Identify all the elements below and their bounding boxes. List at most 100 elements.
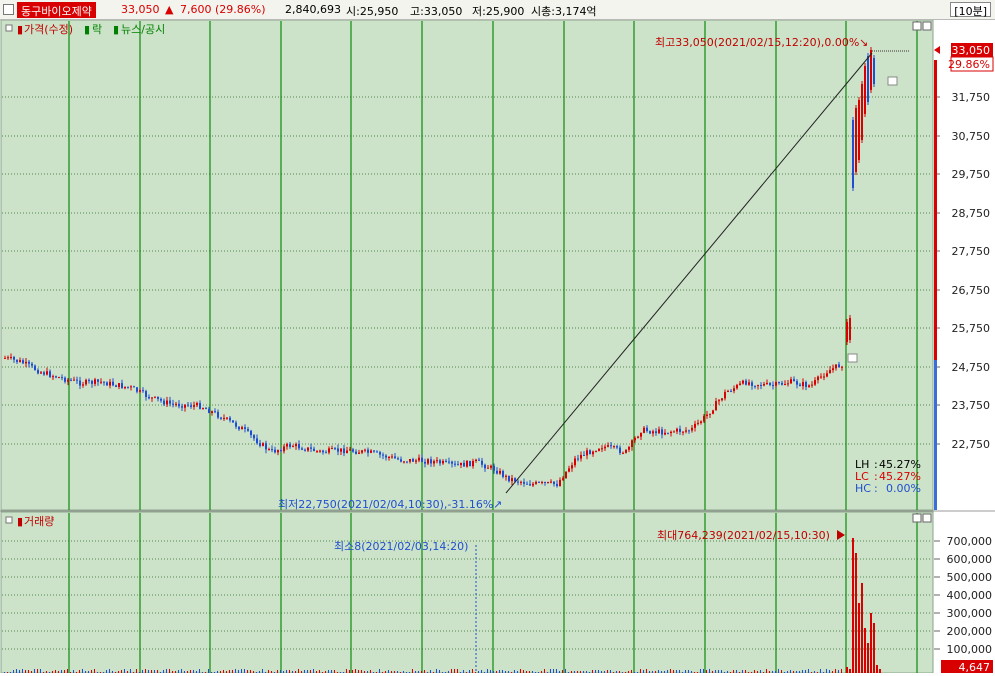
period-button[interactable]: [10분] bbox=[950, 2, 991, 18]
volume-tick-label: 500,000 bbox=[947, 571, 993, 584]
volume-tick-label: 100,000 bbox=[947, 643, 993, 656]
volume-bar bbox=[136, 669, 137, 673]
volume-bar bbox=[109, 669, 110, 673]
stock-name[interactable]: 동구바이오제약 bbox=[17, 2, 96, 18]
volume-bar bbox=[640, 669, 641, 673]
price-tick-label: 22,750 bbox=[952, 438, 991, 451]
volume-bar bbox=[169, 669, 170, 673]
candle-body bbox=[628, 446, 630, 450]
candle-body bbox=[322, 450, 324, 453]
candle-body bbox=[538, 481, 540, 483]
volume-panel-minimize-button[interactable] bbox=[912, 513, 922, 523]
candle-body bbox=[91, 380, 93, 384]
candle-body bbox=[760, 384, 762, 386]
candle-body bbox=[439, 460, 441, 464]
candle-body bbox=[562, 478, 564, 480]
volume-bar bbox=[766, 669, 767, 673]
candle-body bbox=[571, 465, 573, 469]
legend-price[interactable]: 가격(수정) bbox=[24, 23, 73, 36]
legend-ex-rights[interactable]: 락 bbox=[92, 23, 102, 36]
volume-bar bbox=[94, 669, 95, 673]
volume-bar bbox=[40, 669, 41, 673]
volume-bar bbox=[181, 669, 182, 673]
volume-bar bbox=[346, 669, 347, 673]
candle-body bbox=[433, 461, 435, 464]
candle-body bbox=[598, 448, 600, 451]
high-price: 고:33,050 bbox=[410, 5, 463, 18]
candle-body bbox=[544, 482, 546, 484]
candle-body bbox=[277, 450, 279, 453]
candle-body bbox=[529, 484, 531, 486]
candle-body bbox=[400, 459, 402, 462]
candle-body bbox=[754, 385, 756, 387]
candle-body bbox=[694, 423, 696, 428]
candle-body bbox=[685, 430, 687, 432]
candle-body bbox=[547, 482, 549, 484]
candle-body bbox=[613, 446, 615, 448]
candle-body bbox=[745, 380, 747, 385]
candle-body bbox=[610, 445, 612, 447]
candle-body bbox=[870, 50, 872, 90]
candle-body bbox=[361, 450, 363, 453]
legend-news[interactable]: 뉴스/공시 bbox=[121, 23, 165, 36]
volume-bar bbox=[778, 669, 779, 673]
volume-bar bbox=[867, 643, 869, 673]
candle-body bbox=[97, 379, 99, 382]
candle-body bbox=[502, 470, 504, 477]
candle-body bbox=[490, 465, 492, 468]
candle-body bbox=[655, 431, 657, 434]
candle-body bbox=[622, 452, 624, 454]
candle-body bbox=[703, 415, 705, 422]
candle-body bbox=[796, 381, 798, 385]
volume-panel-close-button[interactable] bbox=[922, 513, 932, 523]
candle-body bbox=[325, 452, 327, 454]
candle-body bbox=[463, 462, 465, 467]
candle-body bbox=[385, 455, 387, 458]
max-price-label: 최고33,050(2021/02/15,12:20),0.00% bbox=[655, 36, 859, 49]
price-panel-minimize-button[interactable] bbox=[912, 21, 922, 31]
news-icon[interactable] bbox=[887, 76, 898, 86]
candle-body bbox=[205, 408, 207, 410]
candle-body bbox=[214, 411, 216, 413]
candle-body bbox=[430, 459, 432, 464]
candle-body bbox=[646, 427, 648, 432]
candle-body bbox=[577, 458, 579, 460]
candle-body bbox=[427, 459, 429, 464]
candle-body bbox=[568, 468, 570, 472]
volume-bar bbox=[487, 669, 488, 673]
candle-body bbox=[316, 450, 318, 452]
volume-bar bbox=[412, 669, 413, 673]
candle-body bbox=[118, 383, 120, 387]
candle-body bbox=[49, 371, 51, 378]
volume-legend-checkbox[interactable] bbox=[5, 516, 13, 524]
candle-body bbox=[418, 457, 420, 461]
candle-body bbox=[103, 381, 105, 383]
candle-body bbox=[607, 445, 609, 447]
news-icon[interactable] bbox=[847, 353, 858, 363]
volume-bar bbox=[864, 628, 866, 673]
candle-body bbox=[873, 58, 875, 84]
legend-volume[interactable]: 거래량 bbox=[24, 515, 54, 528]
volume-bar bbox=[553, 669, 554, 673]
candle-body bbox=[772, 384, 774, 386]
candle-body bbox=[307, 447, 309, 451]
candle-body bbox=[799, 384, 801, 387]
candle-body bbox=[550, 481, 552, 483]
volume-bar bbox=[451, 669, 452, 673]
price-panel-close-button[interactable] bbox=[922, 21, 932, 31]
volume-bar bbox=[82, 669, 83, 673]
select-checkbox[interactable] bbox=[3, 4, 14, 15]
candle-body bbox=[838, 364, 840, 368]
price-legend-checkbox[interactable] bbox=[5, 24, 13, 32]
current-price-axis-label: 33,050 bbox=[952, 44, 991, 57]
volume-bar bbox=[313, 669, 314, 673]
candle-body bbox=[832, 368, 834, 371]
candle-body bbox=[604, 446, 606, 449]
candle-body bbox=[619, 447, 621, 453]
stock-header-bar: 동구바이오제약 33,050 ▲ 7,600 (29.86%) 2,840,69… bbox=[0, 0, 995, 20]
candle-body bbox=[676, 428, 678, 432]
candle-body bbox=[229, 417, 231, 421]
candle-body bbox=[823, 376, 825, 378]
candle-body bbox=[523, 481, 525, 484]
candle-body bbox=[331, 448, 333, 450]
